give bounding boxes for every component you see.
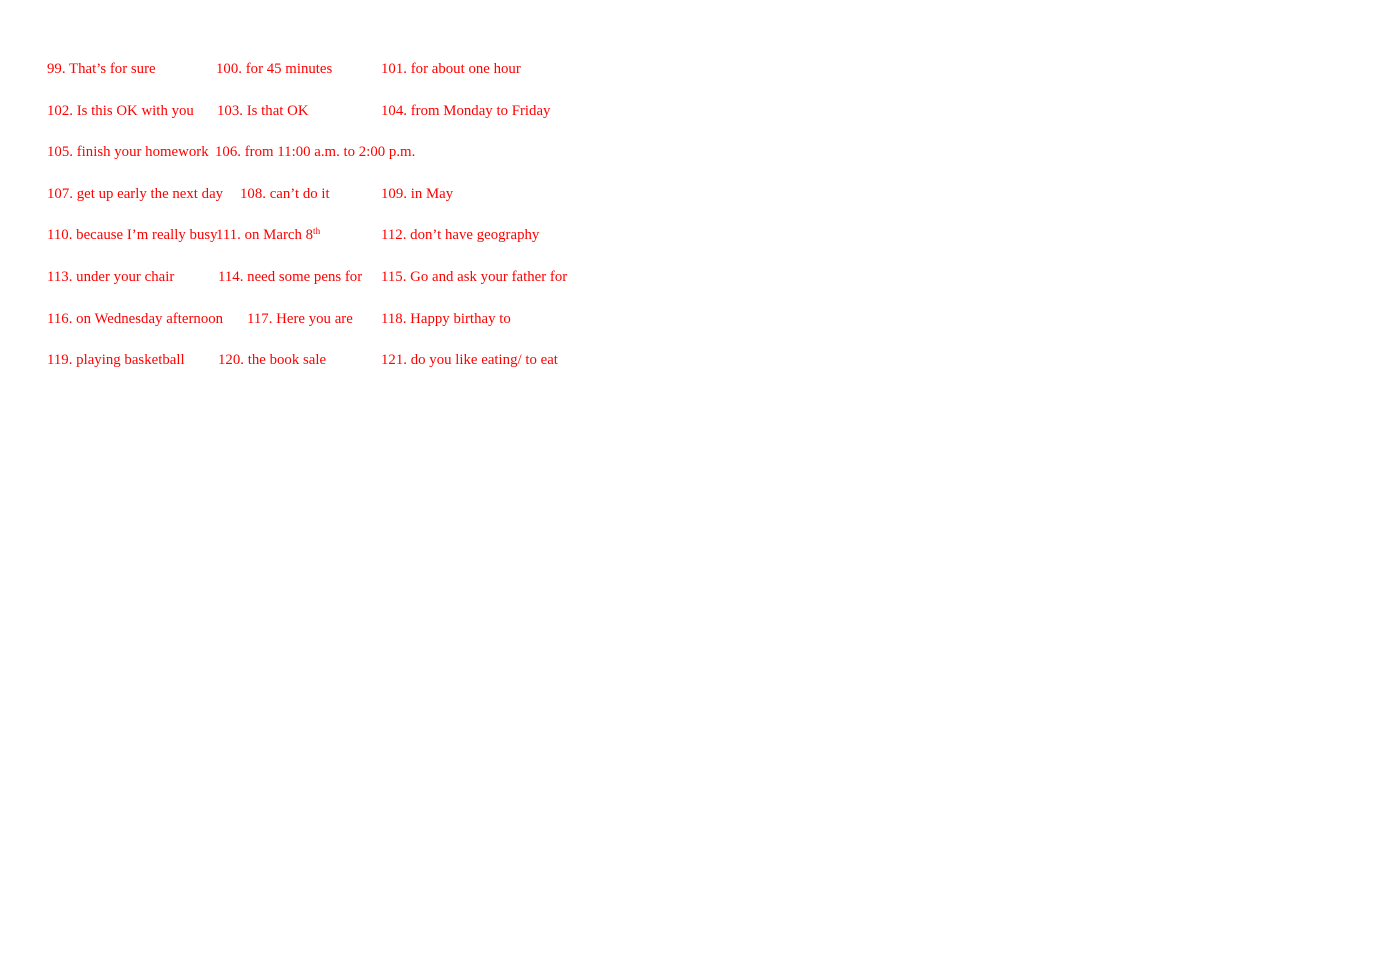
answer-text: from Monday to Friday <box>410 103 551 119</box>
answer-text: need some pens for <box>247 269 363 285</box>
answer-number: 109. <box>381 186 407 202</box>
answer-item: 99. That’s for sure <box>47 59 156 79</box>
answer-number: 117. <box>247 311 273 327</box>
answer-row: 105. finish your homework 106. from 11:00… <box>0 142 1376 162</box>
answer-number: 102. <box>47 103 73 119</box>
answer-number: 115. <box>381 269 407 285</box>
answer-number: 100. <box>216 61 242 77</box>
document-page: 99. That’s for sure 100. for 45 minutes 10… <box>0 0 1376 971</box>
answer-text: don’t have geography <box>410 227 540 243</box>
answer-item: 121. do you like eating/ to eat <box>381 350 558 370</box>
answer-item: 105. finish your homework <box>47 142 209 162</box>
answer-item: 102. Is this OK with you <box>47 101 194 121</box>
answer-number: 105. <box>47 144 73 160</box>
answer-row: 110. because I’m really busy 111. on Marc… <box>0 225 1376 245</box>
answer-number: 108. <box>240 186 266 202</box>
answer-item: 106. from 11:00 a.m. to 2:00 p.m. <box>215 142 415 162</box>
answer-item: 108. can’t do it <box>240 184 330 204</box>
answer-number: 119. <box>47 352 73 368</box>
answer-item: 104. from Monday to Friday <box>381 101 550 121</box>
answer-item: 111. on March 8th <box>216 225 320 245</box>
answer-item: 101. for about one hour <box>381 59 521 79</box>
answer-item: 120. the book sale <box>218 350 326 370</box>
answer-text: finish your homework <box>76 144 209 160</box>
answer-text: under your chair <box>76 269 175 285</box>
answer-row: 119. playing basketball 120. the book sal… <box>0 350 1376 370</box>
answer-row: 116. on Wednesday afternoon 117. Here you… <box>0 309 1376 329</box>
answer-number: 104. <box>381 103 407 119</box>
answer-item: 109. in May <box>381 184 453 204</box>
answer-row: 99. That’s for sure 100. for 45 minutes 10… <box>0 59 1376 79</box>
answer-item: 103. Is that OK <box>217 101 309 121</box>
answer-row: 107. get up early the next day 108. can’t… <box>0 184 1376 204</box>
answer-text: from 11:00 a.m. to 2:00 p.m. <box>244 144 416 160</box>
answer-text: Is that OK <box>246 103 309 119</box>
answer-text: in May <box>410 186 454 202</box>
answer-text: do you like eating/ to eat <box>410 352 558 368</box>
answer-item: 107. get up early the next day <box>47 184 223 204</box>
answer-number: 106. <box>215 144 241 160</box>
answer-item: 119. playing basketball <box>47 350 185 370</box>
answer-number: 103. <box>217 103 243 119</box>
answer-number: 120. <box>218 352 244 368</box>
answer-row: 113. under your chair 114. need some pens… <box>0 267 1376 287</box>
answer-item: 112. don’t have geography <box>381 225 539 245</box>
answer-text: on March 8 <box>244 227 314 243</box>
answer-item: 116. on Wednesday afternoon <box>47 309 223 329</box>
answer-item: 118. Happy birthay to <box>381 309 511 329</box>
answer-number: 107. <box>47 186 73 202</box>
answer-text: Go and ask your father for <box>410 269 568 285</box>
answer-number: 113. <box>47 269 73 285</box>
answer-number: 121. <box>381 352 407 368</box>
answer-number: 101. <box>381 61 407 77</box>
ordinal-suffix: th <box>313 226 321 237</box>
answer-row: 102. Is this OK with you 103. Is that OK 1… <box>0 101 1376 121</box>
answer-number: 110. <box>47 227 73 243</box>
answer-number: 114. <box>218 269 244 285</box>
answer-text: for about one hour <box>410 61 521 77</box>
answer-item: 110. because I’m really busy <box>47 225 218 245</box>
answer-text: Happy birthay to <box>410 311 511 327</box>
answer-text: Here you are <box>276 311 353 327</box>
answer-number: 112. <box>381 227 407 243</box>
answer-number: 99. <box>47 61 66 77</box>
answer-text: Is this OK with you <box>76 103 194 119</box>
answer-text: That’s for sure <box>69 61 156 77</box>
answer-item: 115. Go and ask your father for <box>381 267 567 287</box>
answer-text: because I’m really busy <box>76 227 218 243</box>
answer-number: 111. <box>216 227 241 243</box>
answer-text: can’t do it <box>269 186 330 202</box>
answer-text: on Wednesday afternoon <box>76 311 224 327</box>
answer-item: 100. for 45 minutes <box>216 59 332 79</box>
answer-text: get up early the next day <box>76 186 224 202</box>
answer-item: 113. under your chair <box>47 267 174 287</box>
answer-number: 118. <box>381 311 407 327</box>
answer-item: 117. Here you are <box>247 309 353 329</box>
answer-text: the book sale <box>247 352 327 368</box>
answer-text: for 45 minutes <box>245 61 333 77</box>
answer-number: 116. <box>47 311 73 327</box>
answer-item: 114. need some pens for <box>218 267 362 287</box>
answer-text: playing basketball <box>76 352 185 368</box>
